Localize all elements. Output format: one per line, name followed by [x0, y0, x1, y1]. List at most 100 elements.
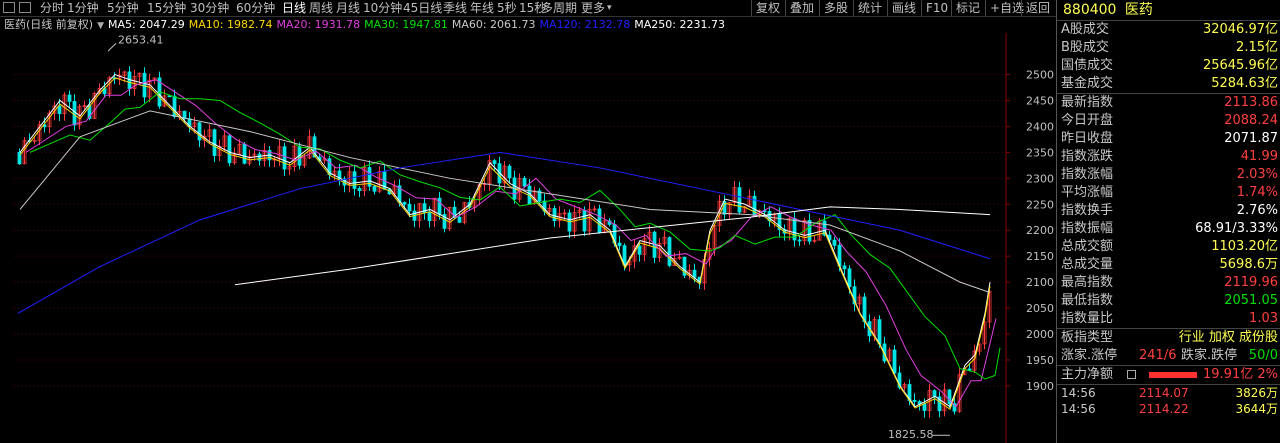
- panel-row: 指数涨跌 41.99: [1061, 149, 1278, 164]
- candle-body: [242, 143, 247, 164]
- panel-row: 指数量比 1.03: [1061, 311, 1278, 326]
- tab-period-7[interactable]: 周线: [309, 0, 333, 16]
- ma250-line: [234, 206, 991, 286]
- toolbar-right-5[interactable]: F10: [921, 0, 952, 16]
- y-tick-label: 1900: [1026, 380, 1054, 393]
- tab-period-11[interactable]: 季线: [443, 0, 467, 16]
- min-annotation: 1825.58: [888, 428, 934, 441]
- tab-period-12[interactable]: 年线: [470, 0, 494, 16]
- ma5-line: [19, 73, 991, 408]
- panel-row: 指数涨幅 2.03%: [1061, 167, 1278, 182]
- moving-average-legend: 医药(日线 前复权) ▼ MA5: 2047.29 MA10: 1982.74 MA20…: [0, 17, 729, 33]
- dropdown-icon[interactable]: ▼: [97, 21, 104, 31]
- tab-period-4[interactable]: 30分钟: [190, 0, 229, 16]
- tab-period-16[interactable]: 更多: [581, 0, 605, 16]
- ma-label-1: MA10: 1982.74: [188, 18, 273, 31]
- candle-body: [667, 237, 672, 266]
- toolbar-right-4[interactable]: 画线: [887, 0, 920, 16]
- more-chevron-icon[interactable]: ▾: [607, 0, 612, 16]
- max-annotation: 2653.41: [118, 33, 164, 46]
- tab-period-5[interactable]: 60分钟: [236, 0, 275, 16]
- y-tick-label: 2500: [1026, 69, 1054, 82]
- candle-body: [402, 202, 407, 205]
- toolbar-right-1[interactable]: 叠加: [785, 0, 818, 16]
- y-tick-label: 2250: [1026, 198, 1054, 211]
- toolbar-right-8[interactable]: 返回: [1021, 0, 1054, 16]
- y-tick-label: 2300: [1026, 172, 1054, 185]
- layout-icon[interactable]: [19, 2, 31, 13]
- index-name: 医药: [1124, 2, 1153, 18]
- candle-body: [637, 245, 642, 255]
- tab-period-2[interactable]: 5分钟: [107, 0, 139, 16]
- tab-period-0[interactable]: 分时: [40, 0, 64, 16]
- board-type-links[interactable]: 行业 加权 成份股: [1179, 329, 1278, 347]
- candle-body: [492, 160, 497, 165]
- panel-row: 平均涨幅 1.74%: [1061, 185, 1278, 200]
- toolbar-right-2[interactable]: 多股: [819, 0, 852, 16]
- candle-body: [912, 400, 917, 402]
- chart-icon[interactable]: [1127, 370, 1136, 379]
- candle-body: [227, 135, 232, 164]
- tab-period-15[interactable]: 多周期: [541, 0, 577, 16]
- panel-row: 最新指数 2113.86: [1057, 93, 1280, 112]
- quote-panel: 880400 医药 A股成交 32046.97亿 B股成交 2.15亿 国债成交…: [1056, 0, 1280, 443]
- tab-period-3[interactable]: 15分钟: [147, 0, 186, 16]
- y-tick-label: 2200: [1026, 224, 1054, 237]
- toolbar-right-3[interactable]: 统计: [853, 0, 886, 16]
- ma-label-0: MA5: 2047.29: [108, 18, 185, 31]
- index-code: 880400: [1063, 2, 1117, 18]
- candle-body: [57, 105, 62, 115]
- candle-body: [582, 209, 587, 232]
- board-type-row: 板指类型 行业 加权 成份股: [1057, 328, 1280, 347]
- candle-body: [832, 239, 837, 246]
- panel-row: 国债成交 25645.96亿: [1061, 58, 1278, 73]
- tab-period-10[interactable]: 45日线: [403, 0, 442, 16]
- panel-row: 指数换手 2.76%: [1061, 203, 1278, 218]
- candle-body: [257, 153, 262, 161]
- candle-body: [407, 203, 412, 212]
- candle-body: [522, 177, 527, 187]
- tab-period-6[interactable]: 日线: [282, 0, 306, 16]
- panel-row: 基金成交 5284.63亿: [1061, 76, 1278, 91]
- ma-label-6: MA250: 2231.73: [634, 18, 725, 31]
- panel-row: 最高指数 2119.96: [1061, 275, 1278, 290]
- ma30-line: [29, 91, 1001, 380]
- ma-label-2: MA20: 1931.78: [276, 18, 361, 31]
- panel-header: 880400 医药: [1057, 0, 1280, 21]
- candle-body: [892, 349, 897, 374]
- toolbar-right-0[interactable]: 复权: [751, 0, 784, 16]
- candle-body: [967, 368, 972, 371]
- y-tick-label: 2350: [1026, 146, 1054, 159]
- toolbar-right-6[interactable]: 标记: [951, 0, 984, 16]
- candle-body: [932, 390, 937, 398]
- candle-body: [357, 188, 362, 191]
- window-icon[interactable]: [3, 2, 15, 13]
- tab-period-8[interactable]: 月线: [336, 0, 360, 16]
- candle-body: [842, 265, 847, 270]
- y-tick-label: 2400: [1026, 120, 1054, 133]
- candle-body: [457, 216, 462, 223]
- ma-label-3: MA30: 1947.81: [364, 18, 448, 31]
- y-tick-label: 2100: [1026, 276, 1054, 289]
- netflow-row: 主力净额 19.91亿 2%: [1057, 365, 1280, 384]
- kline-chart[interactable]: 1900 1950 2000 2050 2100 2150 2200 2250 2300 2350…: [0, 33, 1056, 443]
- candle-body: [212, 129, 217, 156]
- candle-body: [552, 208, 557, 222]
- ma10-line: [19, 77, 991, 411]
- max-annotation-arrow: [107, 43, 117, 52]
- ma20-line: [25, 79, 997, 408]
- chart-title: 医药(日线 前复权): [4, 18, 94, 31]
- candle-body: [617, 242, 622, 247]
- panel-row: 总成交额 1103.20亿: [1061, 239, 1278, 254]
- candle-body: [197, 122, 202, 141]
- candle-body: [282, 146, 287, 170]
- y-tick-label: 1950: [1026, 354, 1054, 367]
- tab-period-1[interactable]: 1分钟: [67, 0, 99, 16]
- y-tick-label: 2050: [1026, 302, 1054, 315]
- tab-period-9[interactable]: 10分钟: [363, 0, 402, 16]
- candle-body: [437, 197, 442, 215]
- panel-row: A股成交 32046.97亿: [1061, 22, 1278, 37]
- tab-period-13[interactable]: 5秒: [497, 0, 517, 16]
- panel-row: 总成交量 5698.6万: [1061, 257, 1278, 272]
- candle-body: [692, 269, 697, 278]
